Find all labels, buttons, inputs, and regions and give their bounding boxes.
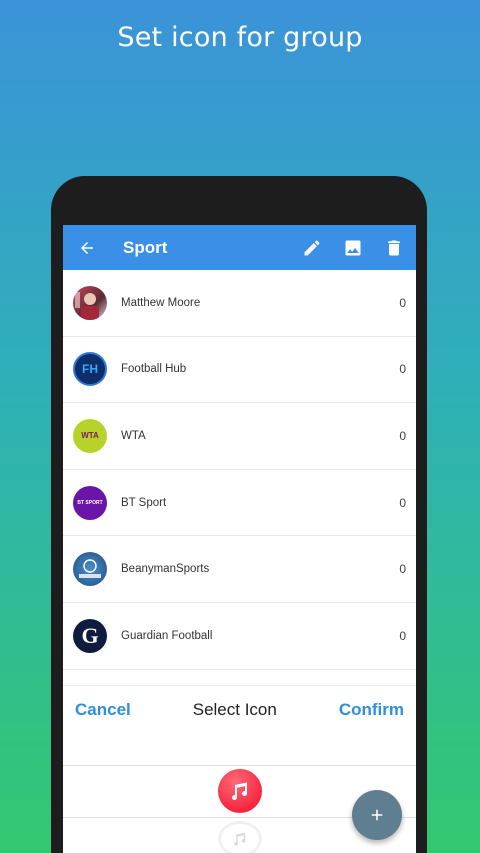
avatar-initials: BT SPORT	[77, 499, 103, 506]
confirm-button[interactable]: Confirm	[339, 700, 404, 720]
page-title: Sport	[123, 237, 168, 257]
list-item[interactable]: BeanymanSports 0	[63, 536, 416, 603]
app-screen: Sport Matthew Moore 0 FH Football Hub 0 …	[63, 225, 416, 853]
arrow-back-icon[interactable]	[75, 236, 99, 260]
music-note-icon[interactable]	[218, 769, 262, 813]
avatar-initials: WTA	[81, 431, 99, 441]
list-item-name: Football Hub	[121, 363, 187, 376]
add-fab-button[interactable]	[352, 790, 402, 840]
dialog-title: Select Icon	[192, 699, 277, 719]
avatar: FH	[73, 352, 107, 387]
list-item-name: WTA	[121, 429, 146, 442]
cancel-button[interactable]: Cancel	[75, 700, 131, 720]
list-item-count: 0	[399, 362, 406, 377]
list-item-count: 0	[399, 562, 406, 577]
list-item-count: 0	[399, 495, 406, 510]
plus-icon	[371, 809, 383, 821]
list-item[interactable]: G Guardian Football 0	[63, 603, 416, 670]
avatar	[73, 552, 107, 587]
list-item-name: BT Sport	[121, 496, 167, 509]
list-item-count: 0	[399, 295, 406, 310]
list-item-name: Matthew Moore	[121, 296, 201, 309]
music-note-faded-icon[interactable]	[218, 821, 262, 853]
list-item[interactable]: FH Football Hub 0	[63, 337, 416, 404]
list-item-count: 0	[399, 428, 406, 443]
avatar-initials: FH	[82, 362, 98, 377]
trash-icon[interactable]	[382, 236, 406, 260]
list-item-count: 0	[399, 628, 406, 643]
avatar: G	[73, 618, 107, 653]
select-icon-dialog-header: Cancel Select Icon Confirm	[63, 685, 416, 733]
image-icon[interactable]	[341, 236, 365, 260]
list-item[interactable]: BT SPORT BT Sport 0	[63, 470, 416, 537]
list-item[interactable]: WTA WTA 0	[63, 403, 416, 470]
list-item[interactable]: Matthew Moore 0	[63, 270, 416, 337]
pencil-icon[interactable]	[300, 236, 324, 260]
promo-title: Set icon for group	[117, 22, 363, 53]
picker-divider	[63, 765, 416, 766]
avatar	[73, 285, 107, 320]
list-item-name: Guardian Football	[121, 629, 213, 642]
avatar-initials: G	[81, 622, 99, 648]
app-bar: Sport	[63, 225, 416, 270]
avatar: BT SPORT	[73, 485, 107, 520]
avatar: WTA	[73, 418, 107, 453]
list-item-name: BeanymanSports	[121, 563, 210, 576]
